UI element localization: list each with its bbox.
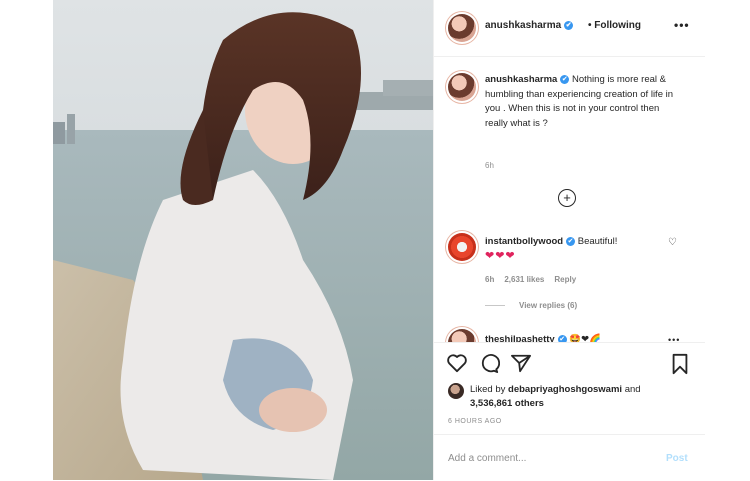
caption-time[interactable]: 6h <box>485 161 494 170</box>
author-username[interactable]: anushkasharma ✔ <box>485 20 574 31</box>
verified-badge-icon: ✔ <box>564 20 574 30</box>
view-replies-button[interactable]: View replies (6) <box>485 301 577 310</box>
liker-avatar[interactable] <box>448 383 464 399</box>
following-button[interactable]: • Following <box>588 20 641 31</box>
post-sidebar: anushkasharma ✔ • Following ••• anushkash… <box>433 0 705 480</box>
likes-count[interactable]: 3,536,861 others <box>470 398 544 409</box>
post-actions: Liked by debapriyaghoshgoswami and 3,536,… <box>434 342 705 421</box>
paper-plane-icon[interactable] <box>510 353 532 373</box>
beach-photo-illustration <box>53 0 433 480</box>
comment-meta: 6h 2,631 likes Reply <box>485 275 586 284</box>
liked-by-middle: and <box>622 384 641 395</box>
liked-by-text: Liked by debapriyaghoshgoswami and 3,536,… <box>470 383 700 411</box>
comment-body: 🤩❤🌈 <box>566 334 601 342</box>
comment-body: Beautiful! <box>575 236 618 247</box>
author-avatar[interactable] <box>448 14 476 42</box>
comment-time[interactable]: 6h <box>485 275 494 284</box>
post-photo[interactable] <box>53 0 433 480</box>
commenter-username[interactable]: instantbollywood <box>485 236 563 247</box>
posted-time[interactable]: 6 HOURS AGO <box>448 418 502 425</box>
liked-by-prefix: Liked by <box>470 384 509 395</box>
verified-badge-icon: ✔ <box>557 334 567 342</box>
post-comment-button[interactable]: Post <box>666 453 688 464</box>
comment-emoji: ❤❤❤ <box>485 250 516 262</box>
liked-by-user[interactable]: debapriyaghoshgoswami <box>508 384 622 395</box>
caption-author-avatar[interactable] <box>448 73 476 101</box>
add-comment-input[interactable]: Add a comment... <box>448 453 526 464</box>
commenter-avatar[interactable] <box>448 233 476 261</box>
verified-badge-icon: ✔ <box>560 74 570 84</box>
replies-divider <box>485 305 505 307</box>
post-caption: anushkasharma ✔ Nothing is more real & hu… <box>485 73 675 131</box>
author-username-text[interactable]: anushkasharma <box>485 20 561 31</box>
comment-icon[interactable] <box>478 353 500 373</box>
commenter-username[interactable]: theshilpashetty <box>485 334 555 342</box>
comment-text: theshilpashetty ✔ 🤩❤🌈 <box>485 333 665 342</box>
comment-more-icon[interactable]: ••• <box>668 335 680 342</box>
bookmark-icon[interactable] <box>670 353 690 375</box>
heart-icon[interactable] <box>446 353 468 373</box>
view-replies-label[interactable]: View replies (6) <box>519 301 577 310</box>
more-horizontal-icon[interactable]: ••• <box>674 18 690 32</box>
reply-button[interactable]: Reply <box>554 275 576 284</box>
verified-badge-icon: ✔ <box>566 236 576 246</box>
caption-username[interactable]: anushkasharma <box>485 74 557 85</box>
commenter-avatar[interactable] <box>448 329 476 342</box>
load-more-comments-icon[interactable]: + <box>558 189 576 207</box>
comment-like-heart-icon[interactable]: ♡ <box>668 237 677 248</box>
comment-text: instantbollywood ✔ Beautiful! <box>485 235 665 249</box>
instagram-post: anushkasharma ✔ • Following ••• anushkash… <box>53 0 705 480</box>
comments-scroll-area[interactable]: anushkasharma ✔ Nothing is more real & hu… <box>434 57 705 342</box>
comment-likes[interactable]: 2,631 likes <box>504 275 544 284</box>
post-header: anushkasharma ✔ • Following ••• <box>434 0 705 57</box>
add-comment-bar: Add a comment... Post <box>434 434 705 481</box>
